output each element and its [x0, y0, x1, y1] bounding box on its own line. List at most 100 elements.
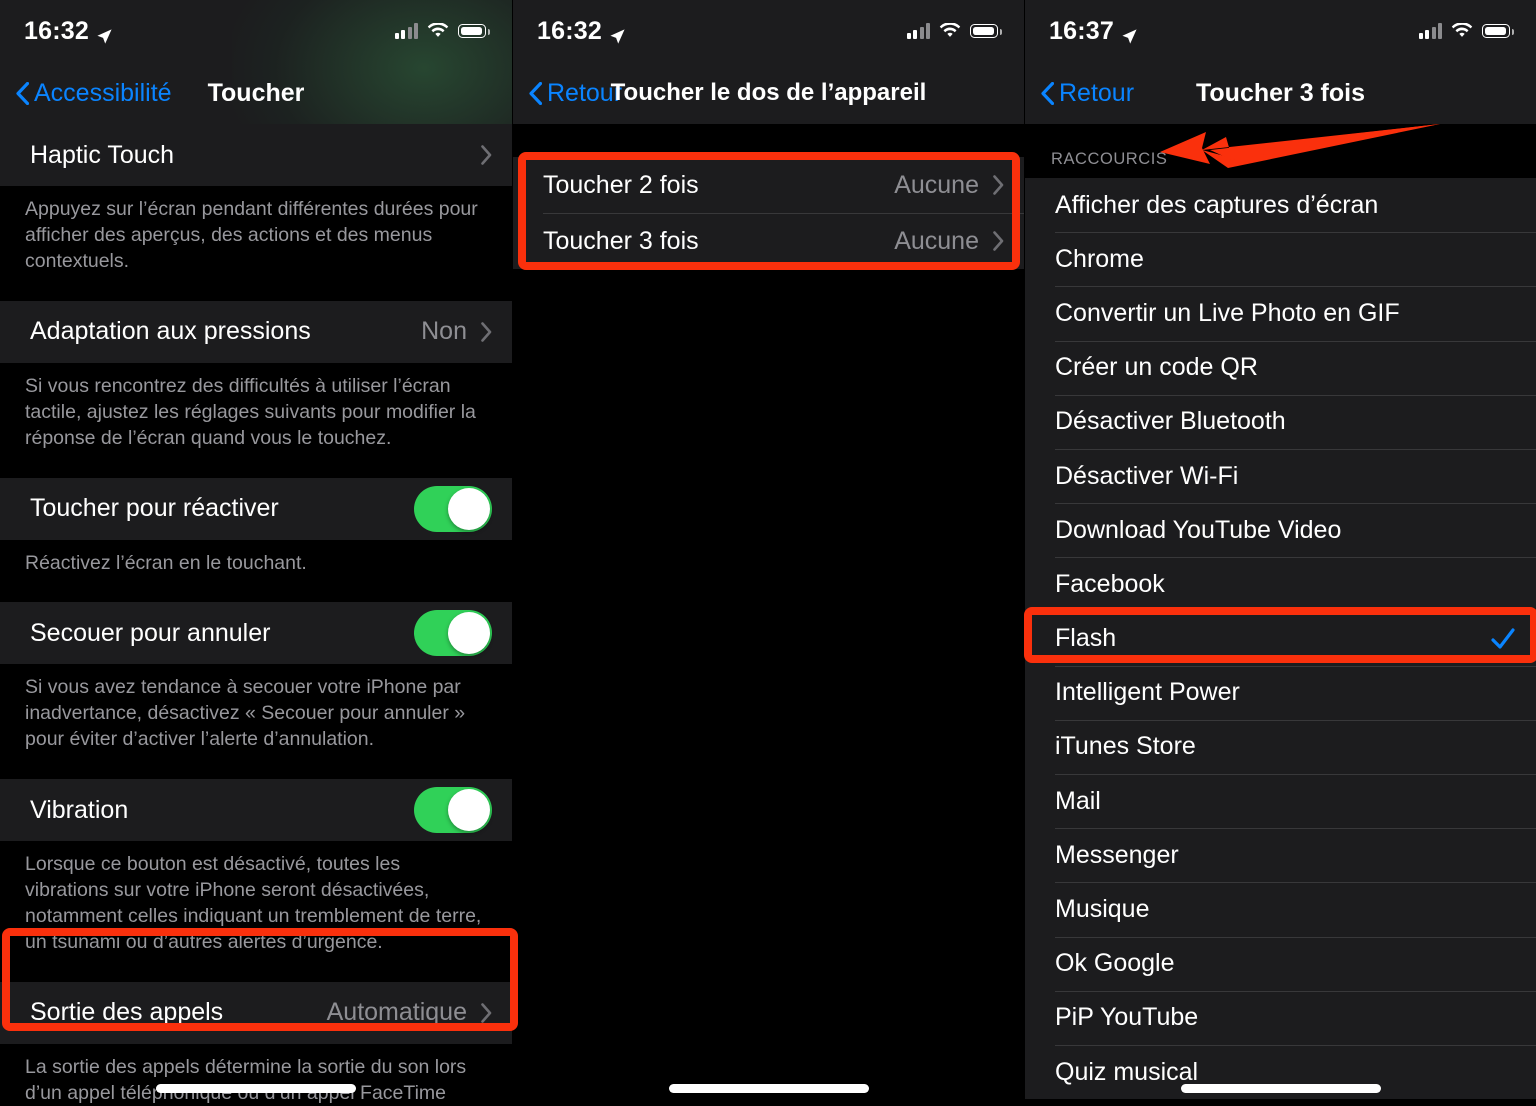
- row-adaptation-pressions[interactable]: Adaptation aux pressions Non: [0, 300, 512, 363]
- shortcut-list: Afficher des captures d’écran Chrome Conve…: [1025, 178, 1536, 1100]
- status-left: 16:32: [24, 17, 113, 46]
- status-left: 16:37: [1049, 17, 1138, 46]
- home-indicator: [668, 1084, 869, 1093]
- home-indicator: [1180, 1084, 1381, 1093]
- shortcut-item-label: Désactiver Bluetooth: [1055, 407, 1286, 436]
- row-haptic-touch[interactable]: Haptic Touch: [0, 124, 512, 186]
- row-label: Toucher pour réactiver: [30, 494, 279, 523]
- shortcut-item[interactable]: Intelligent Power: [1025, 665, 1536, 720]
- row-toucher-3-fois[interactable]: Toucher 3 fois Aucune: [513, 213, 1024, 269]
- shortcut-item[interactable]: Mail: [1025, 774, 1536, 829]
- shortcut-item-label: Mail: [1055, 786, 1101, 815]
- row-separator: [1055, 448, 1536, 450]
- shortcut-item-label: Convertir un Live Photo en GIF: [1055, 298, 1400, 327]
- shortcut-item[interactable]: PiP YouTube: [1025, 990, 1536, 1045]
- shortcut-item-label: Intelligent Power: [1055, 678, 1240, 707]
- panel-back-tap: 16:32 Retour Toucher le dos de l’apparei…: [512, 0, 1024, 1106]
- shortcut-item[interactable]: iTunes Store: [1025, 719, 1536, 775]
- toggle-vibration[interactable]: [414, 787, 492, 834]
- status-right: [1418, 22, 1514, 39]
- shortcut-item-label: Ok Google: [1055, 949, 1175, 978]
- shortcut-item-label: Afficher des captures d’écran: [1055, 190, 1379, 219]
- wifi-icon: [939, 22, 961, 39]
- battery-icon: [458, 24, 490, 38]
- shortcut-item-label: Quiz musical: [1055, 1057, 1199, 1086]
- shortcut-item[interactable]: Désactiver Wi-Fi: [1025, 448, 1536, 504]
- row-toucher-2-fois[interactable]: Toucher 2 fois Aucune: [513, 157, 1024, 213]
- chevron-right-icon: [993, 175, 1004, 195]
- back-button-label: Retour: [547, 78, 623, 107]
- row-separator: [543, 213, 1024, 214]
- row-description: Appuyez sur l’écran pendant différentes …: [0, 186, 512, 301]
- row-separator: [1055, 1045, 1536, 1046]
- battery-icon: [970, 24, 1002, 38]
- checkmark-icon: [1490, 626, 1516, 652]
- shortcut-item-label: Créer un code QR: [1055, 353, 1258, 382]
- row-secouer-pour-annuler[interactable]: Secouer pour annuler: [0, 602, 512, 665]
- shortcut-item[interactable]: Chrome: [1025, 232, 1536, 287]
- status-time: 16:37: [1049, 16, 1114, 45]
- section-header-raccourcis: RACCOURCIS: [1025, 124, 1536, 178]
- status-right: [906, 22, 1002, 39]
- status-right: [394, 22, 490, 39]
- row-description: Si vous rencontrez des difficultés à uti…: [0, 362, 512, 478]
- nav-bar: Accessibilité Toucher: [0, 62, 512, 124]
- chevron-right-icon: [481, 1003, 492, 1023]
- row-separator: [1055, 340, 1536, 342]
- row-sortie-des-appels[interactable]: Sortie des appels Automatique: [0, 981, 512, 1044]
- nav-bar: Retour Toucher le dos de l’appareil: [513, 62, 1024, 124]
- back-button[interactable]: Retour: [1025, 79, 1134, 108]
- toggle-toucher-pour-reactiver[interactable]: [414, 485, 492, 532]
- shortcut-item-label: Désactiver Wi-Fi: [1055, 461, 1239, 490]
- back-button-label: Retour: [1059, 78, 1135, 107]
- row-separator: [1055, 611, 1536, 613]
- wifi-icon: [1451, 22, 1473, 39]
- location-arrow-icon: [609, 23, 626, 44]
- shortcut-item[interactable]: Flash: [1025, 611, 1536, 666]
- back-button[interactable]: Accessibilité: [0, 79, 172, 108]
- shortcut-item[interactable]: Facebook: [1025, 557, 1536, 612]
- home-indicator: [156, 1084, 356, 1093]
- status-bar: 16:32: [0, 0, 512, 62]
- shortcut-item[interactable]: Messenger: [1025, 828, 1536, 883]
- row-vibration[interactable]: Vibration: [0, 779, 512, 842]
- shortcut-item[interactable]: Convertir un Live Photo en GIF: [1025, 286, 1536, 341]
- battery-icon: [1482, 24, 1514, 38]
- row-separator: [1055, 665, 1536, 667]
- cellular-signal-icon: [394, 23, 418, 39]
- chevron-right-icon: [481, 321, 492, 342]
- back-button[interactable]: Retour: [513, 79, 622, 108]
- toggle-secouer-pour-annuler[interactable]: [414, 610, 492, 657]
- status-time: 16:32: [24, 16, 89, 45]
- shortcut-item-label: PiP YouTube: [1055, 1003, 1199, 1032]
- shortcut-item[interactable]: Créer un code QR: [1025, 340, 1536, 395]
- row-description: La sortie des appels détermine la sortie…: [0, 1043, 512, 1106]
- row-separator: [1055, 882, 1536, 884]
- chevron-left-icon: [16, 81, 30, 105]
- location-arrow-icon: [96, 23, 113, 44]
- shortcut-item-label: Facebook: [1055, 569, 1165, 598]
- row-separator: [1055, 828, 1536, 830]
- shortcut-item[interactable]: Musique: [1025, 882, 1536, 937]
- back-button-label: Accessibilité: [34, 78, 172, 107]
- row-label: Secouer pour annuler: [30, 618, 271, 647]
- wifi-icon: [427, 22, 449, 39]
- status-left: 16:32: [537, 17, 626, 46]
- shortcut-item[interactable]: Ok Google: [1025, 936, 1536, 991]
- row-separator: [1055, 394, 1536, 396]
- shortcut-item[interactable]: Download YouTube Video: [1025, 503, 1536, 558]
- shortcut-item-label: Flash: [1055, 624, 1117, 653]
- row-separator: [1055, 286, 1536, 288]
- row-toucher-pour-reactiver[interactable]: Toucher pour réactiver: [0, 477, 512, 540]
- chevron-left-icon: [529, 81, 543, 105]
- shortcut-item-label: Messenger: [1055, 840, 1179, 869]
- screenshot-stage: 16:32 Accessibilité Toucher Haptic Touch…: [0, 0, 1536, 1106]
- shortcut-item[interactable]: Afficher des captures d’écran: [1025, 178, 1536, 233]
- shortcut-item[interactable]: Désactiver Bluetooth: [1025, 394, 1536, 449]
- panel-triple-tap-shortcuts: 16:37 Retour Toucher 3 fois RACCOURCIS A…: [1024, 0, 1536, 1106]
- chevron-left-icon: [1041, 81, 1055, 105]
- row-value: Aucune: [894, 226, 979, 255]
- row-description: Si vous avez tendance à secouer votre iP…: [0, 664, 512, 780]
- chevron-right-icon: [481, 145, 492, 165]
- row-separator: [1055, 990, 1536, 992]
